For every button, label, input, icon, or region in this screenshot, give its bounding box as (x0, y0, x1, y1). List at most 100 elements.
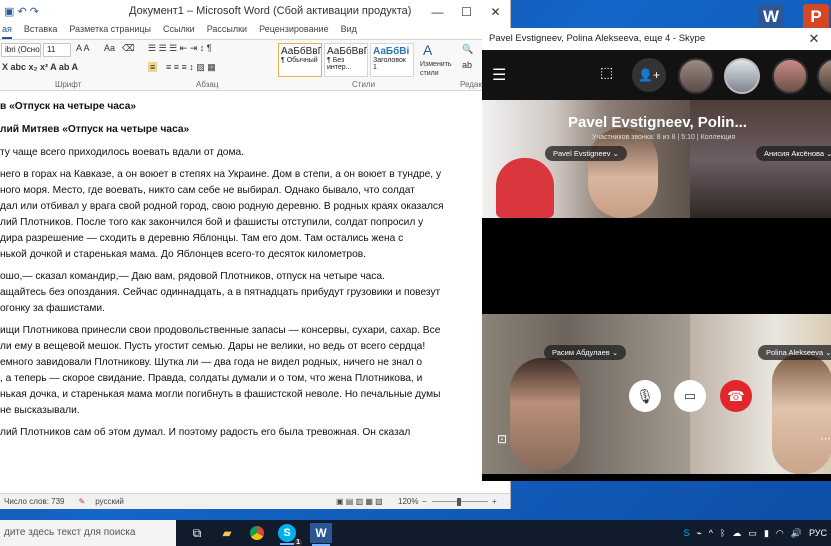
menu-icon[interactable]: ☰ (492, 65, 506, 85)
skype-tray-icon[interactable]: S (683, 528, 689, 538)
find-icon[interactable]: 🔍 (462, 44, 473, 55)
participant-thumb-3[interactable] (772, 58, 808, 94)
document-line[interactable]: ищи Плотникова принесли свои продовольст… (0, 323, 510, 339)
maximize-icon[interactable]: ☐ (452, 0, 481, 24)
document-line[interactable]: нькая дочка, и старенькая мама могли пог… (0, 387, 510, 403)
participant-name-pill[interactable]: Pavel Evstigneev ⌄ (545, 146, 627, 161)
document-line[interactable]: ошо,— сказал командир,— Даю вам, рядовой… (0, 269, 510, 285)
align-left-icon[interactable]: ≡ (148, 62, 158, 72)
volume-icon[interactable]: 🔊 (791, 528, 802, 539)
font-name-select[interactable]: ibri (Основ (1, 43, 41, 57)
language-indicator[interactable]: русский (95, 497, 124, 506)
tab-view[interactable]: Вид (341, 24, 357, 39)
document-line[interactable]: него в горах на Кавказе, а он воюет в ст… (0, 167, 510, 183)
style-normal[interactable]: АаБбВвГг, ¶ Обычный (278, 43, 322, 77)
list-buttons-icon[interactable]: ☰ ☰ ☰ ⇤ ⇥ ↕ ¶ (148, 43, 212, 54)
close-icon[interactable]: ✕ (797, 28, 831, 50)
document-line[interactable]: ного моря. Место, где воевать, никто сам… (0, 183, 510, 199)
keyboard-language[interactable]: РУС (809, 528, 827, 538)
ribbon-tabs: ая Вставка Разметка страницы Ссылки Расс… (0, 24, 510, 39)
participant-name-pill[interactable]: Анисия Аксёнова ⌄ (756, 146, 831, 161)
microphone-icon: 🎙 (636, 387, 654, 404)
align-buttons-icon[interactable]: ≡ ≡ ≡ ↕ ▨ ▦ (166, 62, 216, 73)
style-no-spacing[interactable]: АаБбВвГг, ¶ Без интер... (324, 43, 368, 77)
document-line[interactable]: ащайтесь без опоздания. Сейчас одиннадца… (0, 285, 510, 301)
skype-taskbar-icon[interactable]: S 1 (278, 524, 302, 546)
tab-home[interactable]: ая (2, 24, 12, 39)
replace-icon[interactable]: ab (462, 60, 472, 70)
task-view-icon[interactable]: ⧉ (186, 523, 208, 543)
style-heading-1[interactable]: АаБбВі Заголовок 1 (370, 43, 414, 77)
participant-name-pill[interactable]: Расим Абдулаев ⌄ (544, 345, 627, 360)
screenshot-icon[interactable]: ⊡ (497, 432, 507, 446)
video-area: Pavel Evstigneev ⌄ Анисия Аксёнова ⌄ Pav… (482, 100, 831, 481)
participant-thumb-1[interactable] (678, 58, 714, 94)
document-line[interactable]: лий Плотников. После того как закончился… (0, 215, 510, 231)
word-count[interactable]: Число слов: 739 (4, 497, 64, 506)
word-icon[interactable]: W (758, 4, 784, 30)
add-person-icon[interactable]: 👤+ (632, 58, 666, 92)
view-buttons-icon[interactable]: ▣ ▤ ▥ ▦ ▧ (336, 497, 383, 506)
document-line[interactable]: ли ему в вещевой мешок. Пусть угостит се… (0, 339, 510, 355)
document-line[interactable]: лий Плотников сам об этом думал. И поэто… (0, 425, 510, 441)
participant-thumb-2[interactable] (724, 58, 760, 94)
notification-badge: 1 (294, 539, 302, 546)
tab-references[interactable]: Ссылки (163, 24, 195, 39)
document-line[interactable]: дира разрешение — сходить в деревню Ябло… (0, 231, 510, 247)
chat-icon[interactable]: ▭ (748, 528, 757, 539)
battery-icon[interactable]: ▮ (764, 528, 769, 539)
taskbar: дите здесь текст для поиска ⧉ ▰ S 1 W S … (0, 520, 831, 546)
font-size-select[interactable]: 11 (43, 43, 71, 57)
zoom-out-icon[interactable]: − (422, 497, 427, 506)
onedrive-icon[interactable]: ☁ (732, 528, 741, 539)
minimize-icon[interactable]: — (423, 0, 452, 24)
chevron-up-icon[interactable]: ^ (709, 528, 713, 538)
zoom-level[interactable]: 120% (398, 497, 418, 506)
zoom-slider-thumb[interactable] (457, 498, 461, 506)
document-line[interactable]: в «Отпуск на четыре часа» (0, 99, 510, 115)
document-line[interactable]: огонку за фашистами. (0, 301, 510, 317)
network-icon[interactable]: ⌁ (696, 528, 701, 539)
participant-thumb-4[interactable] (817, 58, 831, 94)
end-call-button[interactable]: ☎ (720, 380, 752, 412)
tab-review[interactable]: Рецензирование (259, 24, 329, 39)
document-body[interactable]: в «Отпуск на четыре часа» лий Митяев «Отп… (0, 91, 510, 484)
document-line[interactable]: нькой дочкой и старенькая мама. До Яблон… (0, 247, 510, 263)
tab-layout[interactable]: Разметка страницы (69, 24, 151, 39)
group-font-label: Шрифт (55, 80, 82, 89)
document-line[interactable]: дал или отбивал у врага свой родной горо… (0, 199, 510, 215)
wifi-icon[interactable]: ◠ (776, 528, 784, 539)
font-grow-icon[interactable]: A A (76, 43, 90, 53)
taskbar-search-input[interactable]: дите здесь текст для поиска (0, 520, 176, 546)
document-line[interactable]: емного завидовали Плотникову. Шутка ли —… (0, 355, 510, 371)
document-line[interactable]: лий Митяев «Отпуск на четыре часа» (0, 122, 510, 138)
document-line[interactable]: ту чаще всего приходилось воевать вдали … (0, 145, 510, 161)
skype-window-title: Pavel Evstigneev, Polina Alekseeva, еще … (489, 33, 706, 44)
document-line[interactable]: не высказывали. (0, 403, 510, 419)
proofing-icon[interactable]: ✎ (78, 497, 85, 506)
change-styles-button[interactable]: Изменить стили (420, 60, 452, 78)
video-tile-4[interactable]: Polina Alekseeva ⌄ (690, 314, 831, 474)
close-icon[interactable]: ✕ (481, 0, 510, 24)
camera-button[interactable]: ▭ (674, 380, 706, 412)
format-buttons-icon[interactable]: X abc x₂ x² A ab A (2, 62, 78, 72)
file-explorer-icon[interactable]: ▰ (216, 523, 238, 543)
zoom-in-icon[interactable]: + (492, 497, 497, 506)
word-quick-access-icon[interactable]: ▣ ↶ ↷ (4, 5, 39, 18)
tab-insert[interactable]: Вставка (24, 24, 57, 39)
powerpoint-icon[interactable]: P (803, 4, 829, 30)
tab-mailings[interactable]: Рассылки (207, 24, 247, 39)
bluetooth-icon[interactable]: ᛒ (720, 528, 725, 538)
document-line[interactable]: , а теперь — скорое свидание. Правда, со… (0, 371, 510, 387)
screen-layout-icon[interactable]: ⬚ (600, 64, 613, 81)
more-options-icon[interactable]: ⋯ (820, 432, 831, 445)
case-icon[interactable]: Aa (104, 43, 115, 53)
chrome-icon[interactable] (246, 523, 268, 543)
clear-format-icon[interactable]: ⌫ (122, 43, 135, 54)
word-taskbar-icon[interactable]: W (310, 523, 332, 546)
change-styles-icon[interactable]: A (423, 42, 432, 58)
call-header: ☰ ⬚ 👤+ (482, 50, 831, 100)
participant-face (510, 358, 580, 470)
microphone-button[interactable]: 🎙 (629, 380, 661, 412)
participant-name-pill[interactable]: Polina Alekseeva ⌄ (758, 345, 831, 360)
